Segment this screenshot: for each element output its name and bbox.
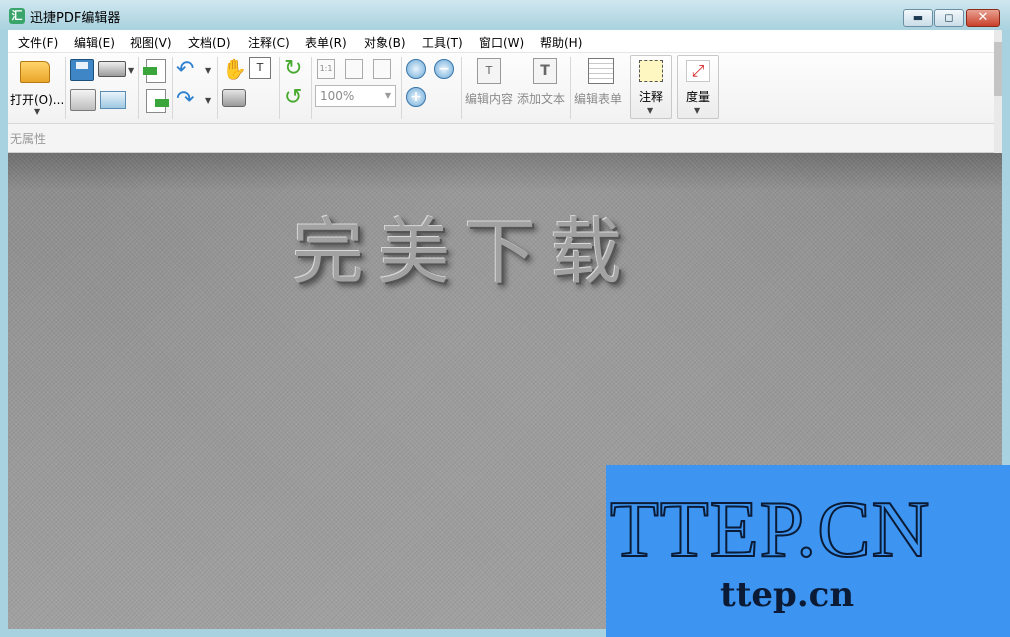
maximize-button[interactable]: ◻ [934, 9, 964, 27]
measure-dropdown-icon: ▼ [694, 106, 701, 115]
print-icon[interactable] [70, 89, 96, 111]
menu-tools[interactable]: 工具(T) [422, 34, 463, 51]
document-headline: 完美下载 [292, 210, 637, 294]
zoom-tool-icon[interactable] [406, 59, 426, 79]
toolbar-separator [570, 57, 571, 119]
rotate-ccw-icon[interactable]: ↺ [284, 87, 306, 109]
app-logo-icon: 汇 [9, 8, 25, 24]
toolbar-separator [461, 57, 462, 119]
menu-comment[interactable]: 注释(C) [248, 34, 290, 51]
open-dropdown-icon: ▼ [34, 107, 41, 116]
toolbar-separator [65, 57, 66, 119]
email-icon[interactable] [100, 91, 126, 109]
watermark-title: TTEP.CN [609, 485, 931, 575]
zoom-out-icon[interactable]: − [434, 59, 454, 79]
toolbar-separator [311, 57, 312, 119]
menu-edit[interactable]: 编辑(E) [74, 34, 115, 51]
annotate-dropdown-icon: ▼ [647, 106, 654, 115]
annotate-button[interactable]: 注释 ▼ [630, 55, 672, 119]
scanner-dropdown-icon[interactable]: ▼ [128, 66, 134, 75]
app-window: 汇 迅捷PDF编辑器 ▬ ◻ ✕ 文件(F) 编辑(E) 视图(V) 文档(D)… [0, 0, 1010, 637]
annotate-label: 注释 [639, 90, 664, 104]
undo-dropdown-icon[interactable]: ▼ [205, 66, 211, 75]
menu-window[interactable]: 窗口(W) [479, 34, 524, 51]
close-icon: ✕ [977, 10, 989, 25]
edit-form-label: 编辑表单 [574, 92, 623, 106]
maximize-icon: ◻ [944, 11, 954, 24]
redo-dropdown-icon[interactable]: ▼ [205, 96, 211, 105]
scrollbar-thumb[interactable] [994, 42, 1002, 96]
zoom-select[interactable]: 100% ▼ [315, 85, 396, 107]
toolbar-separator [138, 57, 139, 119]
watermark-subtitle: ttep.cn [720, 575, 855, 615]
main-toolbar: 打开(O)... ▼ ▼ ↶ ▼ ↷ ▼ ✋ T ↻ ↺ 1:1 100% ▼ … [8, 53, 994, 124]
edit-form-icon [588, 58, 614, 84]
save-icon[interactable] [70, 59, 94, 81]
export-icon[interactable] [146, 89, 169, 113]
toolbar-separator [401, 57, 402, 119]
measure-label: 度量 [686, 90, 711, 104]
zoom-value: 100% [320, 89, 355, 103]
rotate-cw-icon[interactable]: ↻ [284, 58, 306, 80]
toolbar-scrollbar[interactable] [994, 30, 1002, 153]
toolbar-separator [217, 57, 218, 119]
toolbar-separator [172, 57, 173, 119]
zoom-in-icon[interactable]: + [406, 87, 426, 107]
menu-help[interactable]: 帮助(H) [540, 34, 582, 51]
edit-content-icon: T [477, 58, 501, 84]
edit-form-button[interactable]: 编辑表单 [574, 55, 628, 119]
toolbar-separator [279, 57, 280, 119]
menu-document[interactable]: 文档(D) [188, 34, 231, 51]
menu-view[interactable]: 视图(V) [130, 34, 172, 51]
menu-bar: 文件(F) 编辑(E) 视图(V) 文档(D) 注释(C) 表单(R) 对象(B… [8, 30, 994, 53]
measure-icon: ⤢ [686, 60, 710, 82]
fit-page-icon[interactable] [345, 59, 363, 79]
annotate-icon [639, 60, 663, 82]
folder-icon [20, 61, 50, 83]
select-text-icon[interactable]: T [249, 57, 271, 79]
snapshot-icon[interactable] [222, 89, 246, 107]
fit-width-icon[interactable] [373, 59, 391, 79]
open-label: 打开(O)... [10, 93, 65, 107]
undo-icon[interactable]: ↶ [176, 59, 200, 81]
menu-object[interactable]: 对象(B) [364, 34, 406, 51]
properties-bar: 无属性 [8, 124, 994, 153]
minimize-icon: ▬ [912, 11, 924, 24]
add-text-label: 添加文本 [517, 92, 566, 106]
edit-content-label: 编辑内容 [465, 92, 514, 106]
import-icon[interactable] [143, 59, 166, 83]
open-button[interactable]: 打开(O)... ▼ [10, 55, 66, 119]
redo-icon[interactable]: ↷ [176, 89, 200, 111]
scanner-icon[interactable] [98, 61, 126, 77]
close-button[interactable]: ✕ [966, 9, 1000, 27]
zoom-dropdown-icon: ▼ [384, 91, 391, 100]
actual-size-icon[interactable]: 1:1 [317, 59, 335, 79]
measure-button[interactable]: ⤢ 度量 ▼ [677, 55, 719, 119]
hand-icon[interactable]: ✋ [222, 57, 247, 81]
minimize-button[interactable]: ▬ [903, 9, 933, 27]
add-text-icon: T [533, 58, 557, 84]
menu-form[interactable]: 表单(R) [305, 34, 347, 51]
window-title: 迅捷PDF编辑器 [30, 11, 121, 26]
add-text-button[interactable]: T 添加文本 [517, 55, 573, 119]
menu-file[interactable]: 文件(F) [18, 34, 58, 51]
edit-content-button[interactable]: T 编辑内容 [465, 55, 517, 119]
properties-label: 无属性 [10, 132, 47, 146]
title-bar[interactable]: 汇 迅捷PDF编辑器 ▬ ◻ ✕ [0, 0, 1010, 30]
watermark-badge: TTEP.CN ttep.cn [606, 465, 1010, 637]
